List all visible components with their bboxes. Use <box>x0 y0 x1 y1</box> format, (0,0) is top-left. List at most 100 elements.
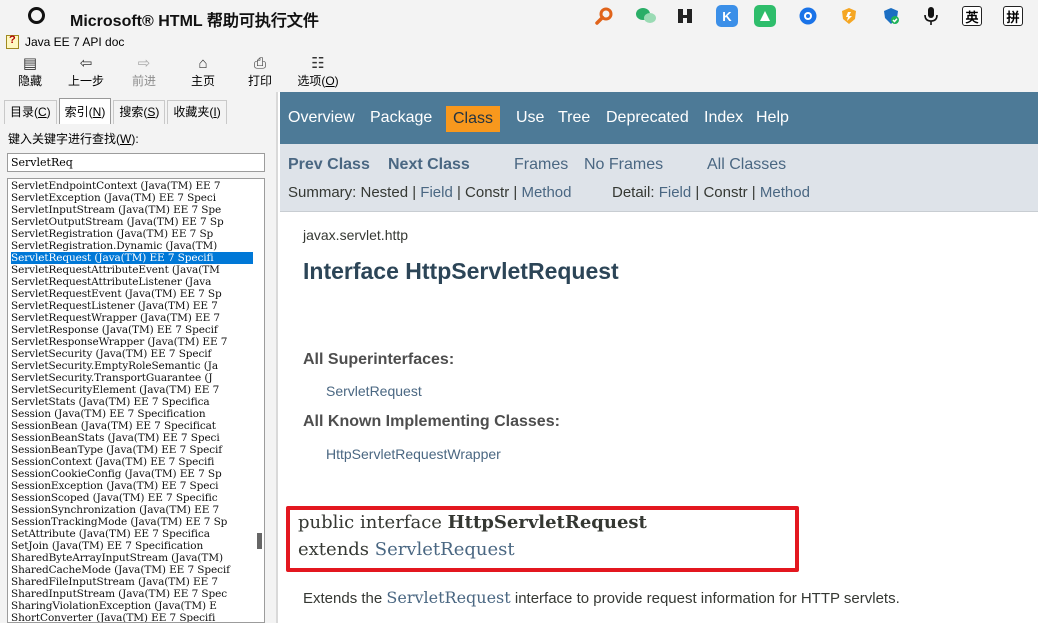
list-item[interactable]: ServletSecurity.EmptyRoleSemantic (Ja <box>11 360 253 372</box>
list-item[interactable]: SharedCacheMode (Java(TM) EE 7 Specif <box>11 564 253 576</box>
frames-link[interactable]: Frames <box>514 156 568 174</box>
top-navigation-bar: Overview Package Class Use Tree Deprecat… <box>280 92 1038 144</box>
keyword-search-input[interactable] <box>7 153 265 172</box>
implementing-class-link[interactable]: HttpServletRequestWrapper <box>326 446 501 462</box>
nav-index[interactable]: Index <box>704 109 743 131</box>
list-item[interactable]: SharedByteArrayInputStream (Java(TM) <box>11 552 253 564</box>
next-class-link[interactable]: Next Class <box>388 156 470 174</box>
list-item[interactable]: SessionException (Java(TM) EE 7 Speci <box>11 480 253 492</box>
list-item[interactable]: ServletRequestWrapper (Java(TM) EE 7 <box>11 312 253 324</box>
list-item[interactable]: ServletRequestListener (Java(TM) EE 7 <box>11 300 253 312</box>
hide-pane-icon: ▤ <box>22 55 38 72</box>
hide-button[interactable]: ▤ 隐藏 <box>5 54 55 90</box>
all-classes-link[interactable]: All Classes <box>707 156 786 174</box>
signature-line-2: extends ServletRequest <box>298 539 515 560</box>
list-item[interactable]: SetAttribute (Java(TM) EE 7 Specifica <box>11 528 253 540</box>
tab-index[interactable]: 索引(N) <box>58 98 112 124</box>
list-item[interactable]: SessionScoped (Java(TM) EE 7 Specific <box>11 492 253 504</box>
list-item[interactable]: ServletSecurity (Java(TM) EE 7 Specif <box>11 348 253 360</box>
list-item[interactable]: SetJoin (Java(TM) EE 7 Specification <box>11 540 253 552</box>
index-list-scrollbar[interactable] <box>254 179 264 622</box>
index-list[interactable]: ServletEndpointContext (Java(TM) EE 7 Ser… <box>7 178 265 623</box>
nav-use[interactable]: Use <box>516 109 544 131</box>
list-item[interactable]: ServletRequest (Java(TM) EE 7 Specifi <box>11 252 253 264</box>
no-frames-link[interactable]: No Frames <box>584 156 663 174</box>
nav-help[interactable]: Help <box>756 109 789 131</box>
summary-field-link[interactable]: Field <box>420 184 453 201</box>
list-item[interactable]: ServletResponse (Java(TM) EE 7 Specif <box>11 324 253 336</box>
system-window-title: Microsoft® HTML 帮助可执行文件 <box>70 13 319 30</box>
microphone-icon[interactable] <box>920 5 942 27</box>
list-item[interactable]: SessionSynchronization (Java(TM) EE 7 <box>11 504 253 516</box>
home-button[interactable]: ⌂ 主页 <box>178 54 228 90</box>
green-app-icon[interactable] <box>754 5 776 27</box>
tab-favorites[interactable]: 收藏夹(I) <box>167 100 227 124</box>
nav-class[interactable]: Class <box>446 106 501 132</box>
list-item[interactable]: ServletEndpointContext (Java(TM) EE 7 <box>11 180 253 192</box>
print-button[interactable]: ⎙ 打印 <box>235 54 285 90</box>
summary-method-link[interactable]: Method <box>521 184 571 201</box>
list-item[interactable]: ServletRequestAttributeEvent (Java(TM <box>11 264 253 276</box>
package-name: javax.servlet.http <box>303 227 409 243</box>
browser-icon[interactable] <box>797 5 819 27</box>
list-item[interactable]: ServletInputStream (Java(TM) EE 7 Spe <box>11 204 253 216</box>
forward-button[interactable]: ⇨ 前进 <box>119 54 169 90</box>
scrollbar-thumb[interactable] <box>257 533 262 549</box>
printer-icon: ⎙ <box>253 55 266 72</box>
window-title-bar: Java EE 7 API doc <box>0 32 1038 52</box>
list-item[interactable]: ServletRequestAttributeListener (Java <box>11 276 253 288</box>
k-app-icon[interactable]: K <box>716 5 738 27</box>
list-item[interactable]: ServletResponseWrapper (Java(TM) EE 7 <box>11 336 253 348</box>
summary-links: Summary: Nested | Field | Constr | Metho… <box>288 184 572 201</box>
prev-class-link[interactable]: Prev Class <box>288 156 370 174</box>
list-item[interactable]: ShortConverter (Java(TM) EE 7 Specifi <box>11 612 253 622</box>
back-arrow-icon: ⇦ <box>79 55 93 72</box>
list-item[interactable]: ServletException (Java(TM) EE 7 Speci <box>11 192 253 204</box>
description-code-link[interactable]: ServletRequest <box>386 588 510 607</box>
system-title-bar: Microsoft® HTML 帮助可执行文件 K 英 拼 <box>0 0 1038 32</box>
list-item[interactable]: Session (Java(TM) EE 7 Specification <box>11 408 253 420</box>
security-shield-icon[interactable] <box>880 5 902 27</box>
detail-links: Detail: Field | Constr | Method <box>612 184 810 201</box>
ime-mode-indicator[interactable]: 拼 <box>1003 6 1023 26</box>
index-list-items: ServletEndpointContext (Java(TM) EE 7 Ser… <box>11 180 253 622</box>
list-item[interactable]: ServletRegistration (Java(TM) EE 7 Sp <box>11 228 253 240</box>
list-item[interactable]: SessionTrackingMode (Java(TM) EE 7 Sp <box>11 516 253 528</box>
nav-tree[interactable]: Tree <box>558 109 590 131</box>
detail-method-link[interactable]: Method <box>760 184 810 201</box>
shield-orange-icon[interactable] <box>838 5 860 27</box>
tab-contents[interactable]: 目录(C) <box>4 100 57 124</box>
list-item[interactable]: SessionContext (Java(TM) EE 7 Specifi <box>11 456 253 468</box>
list-item[interactable]: ServletSecurity.TransportGuarantee (J <box>11 372 253 384</box>
app-circle-icon[interactable] <box>28 7 45 24</box>
options-button[interactable]: ☷ 选项(O) <box>292 54 344 90</box>
content-pane: Overview Package Class Use Tree Deprecat… <box>280 92 1038 623</box>
options-icon: ☷ <box>311 55 325 72</box>
extends-link[interactable]: ServletRequest <box>375 539 515 560</box>
tab-search[interactable]: 搜索(S) <box>113 100 166 124</box>
list-item[interactable]: SessionBeanType (Java(TM) EE 7 Specif <box>11 444 253 456</box>
app-icon-dark[interactable] <box>674 5 696 27</box>
nav-deprecated[interactable]: Deprecated <box>606 109 689 131</box>
back-button[interactable]: ⇦ 上一步 <box>61 54 111 90</box>
search-key-icon[interactable] <box>593 5 615 27</box>
list-item[interactable]: ServletOutputStream (Java(TM) EE 7 Sp <box>11 216 253 228</box>
list-item[interactable]: ServletRegistration.Dynamic (Java(TM) <box>11 240 253 252</box>
window-title: Java EE 7 API doc <box>25 35 125 49</box>
list-item[interactable]: ServletSecurityElement (Java(TM) EE 7 <box>11 384 253 396</box>
list-item[interactable]: SessionCookieConfig (Java(TM) EE 7 Sp <box>11 468 253 480</box>
list-item[interactable]: SessionBeanStats (Java(TM) EE 7 Speci <box>11 432 253 444</box>
list-item[interactable]: ServletStats (Java(TM) EE 7 Specifica <box>11 396 253 408</box>
list-item[interactable]: SharedInputStream (Java(TM) EE 7 Spec <box>11 588 253 600</box>
list-item[interactable]: SharingViolationException (Java(TM) E <box>11 600 253 612</box>
description-text: Extends the ServletRequest interface to … <box>303 588 900 607</box>
nav-package[interactable]: Package <box>370 109 432 131</box>
detail-field-link[interactable]: Field <box>659 184 692 201</box>
nav-overview[interactable]: Overview <box>288 109 355 131</box>
superinterface-link[interactable]: ServletRequest <box>326 383 422 399</box>
list-item[interactable]: SessionBean (Java(TM) EE 7 Specificat <box>11 420 253 432</box>
wechat-icon[interactable] <box>635 5 657 27</box>
list-item[interactable]: SharedFileInputStream (Java(TM) EE 7 <box>11 576 253 588</box>
ime-language-indicator[interactable]: 英 <box>962 6 982 26</box>
list-item[interactable]: ServletRequestEvent (Java(TM) EE 7 Sp <box>11 288 253 300</box>
